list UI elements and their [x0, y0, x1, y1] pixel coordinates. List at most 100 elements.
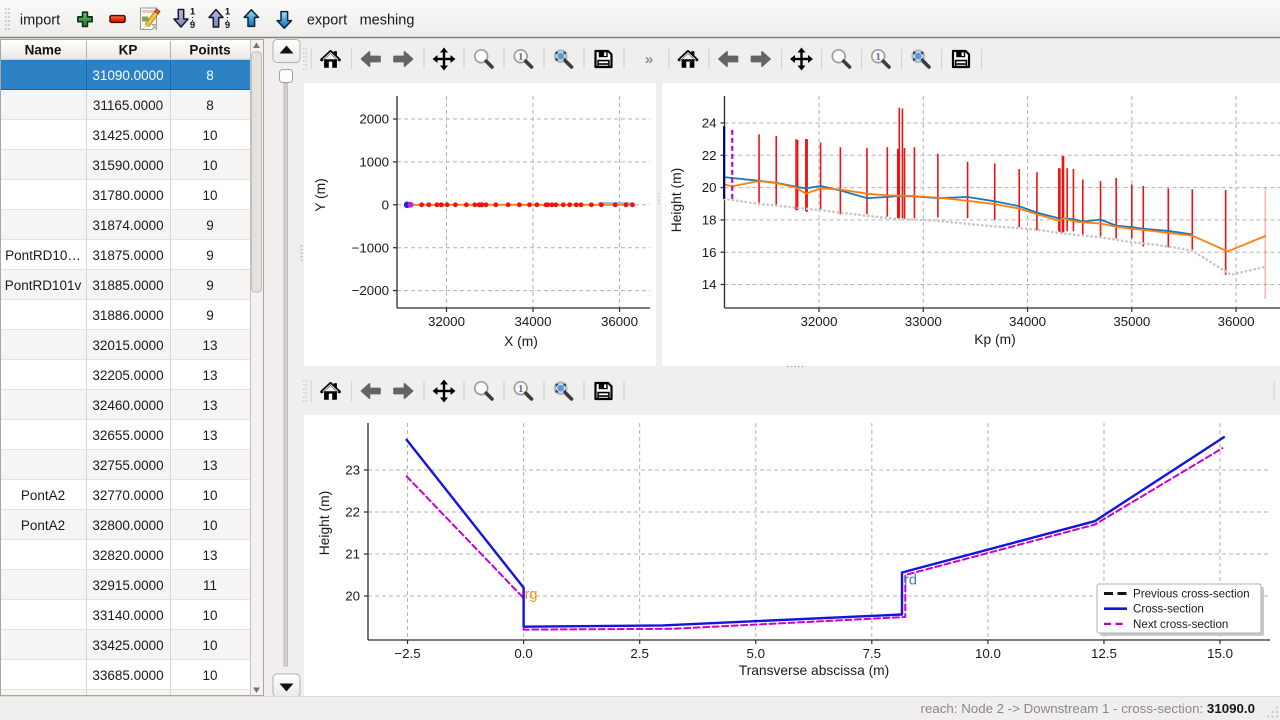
svg-text:13: 13 [202, 548, 217, 563]
svg-text:10: 10 [202, 488, 217, 503]
svg-text:−2000: −2000 [352, 283, 389, 298]
svg-text:22: 22 [345, 505, 360, 520]
svg-text:18: 18 [702, 213, 717, 228]
svg-text:Cross-section: Cross-section [1133, 603, 1204, 616]
svg-text:PontRD10…: PontRD10… [5, 248, 81, 263]
svg-text:13: 13 [202, 338, 217, 353]
svg-text:Height (m): Height (m) [317, 491, 332, 555]
svg-text:−2.5: −2.5 [394, 646, 420, 661]
svg-text:12.5: 12.5 [1091, 646, 1117, 661]
svg-text:32800.0000: 32800.0000 [92, 518, 163, 533]
svg-text:15.0: 15.0 [1207, 646, 1233, 661]
svg-text:32015.0000: 32015.0000 [92, 338, 163, 353]
svg-text:PontA2: PontA2 [21, 488, 65, 503]
svg-text:14: 14 [702, 277, 717, 292]
svg-text:32770.0000: 32770.0000 [92, 488, 163, 503]
svg-text:9: 9 [225, 20, 230, 31]
svg-text:1: 1 [518, 51, 524, 63]
svg-text:Kp (m): Kp (m) [974, 332, 1015, 347]
svg-text:2.5: 2.5 [630, 646, 649, 661]
svg-text:0: 0 [382, 197, 389, 212]
svg-text:34000: 34000 [1009, 314, 1046, 329]
svg-text:1: 1 [518, 383, 524, 395]
svg-text:8: 8 [206, 68, 214, 83]
svg-text:1: 1 [875, 51, 881, 63]
svg-text:11: 11 [203, 578, 217, 593]
svg-text:13: 13 [202, 428, 217, 443]
svg-text:KP: KP [119, 43, 138, 58]
svg-text:1: 1 [225, 7, 231, 18]
svg-text:35000: 35000 [1113, 314, 1150, 329]
svg-text:10.0: 10.0 [975, 646, 1001, 661]
svg-text:10: 10 [202, 188, 217, 203]
svg-text:10: 10 [202, 518, 217, 533]
svg-text:32915.0000: 32915.0000 [92, 578, 163, 593]
svg-text:13: 13 [202, 458, 217, 473]
svg-text:20: 20 [702, 180, 717, 195]
svg-text:32655.0000: 32655.0000 [92, 428, 163, 443]
svg-text:32820.0000: 32820.0000 [92, 548, 163, 563]
svg-text:Y (m): Y (m) [313, 178, 328, 211]
svg-text:PontRD101v: PontRD101v [5, 278, 82, 293]
svg-text:X (m): X (m) [504, 334, 538, 349]
svg-text:32000: 32000 [428, 314, 465, 329]
svg-text:Next cross-section: Next cross-section [1133, 618, 1228, 631]
svg-text:31780.0000: 31780.0000 [92, 188, 163, 203]
svg-text:21: 21 [345, 547, 360, 562]
svg-text:10: 10 [202, 638, 217, 653]
svg-text:−1000: −1000 [352, 240, 389, 255]
svg-text:Name: Name [25, 43, 62, 58]
svg-text:rg: rg [525, 587, 538, 603]
svg-text:31090.0000: 31090.0000 [92, 68, 163, 83]
svg-text:2000: 2000 [359, 112, 389, 127]
svg-text:»: » [645, 51, 653, 68]
svg-text:31590.0000: 31590.0000 [92, 158, 163, 173]
svg-text:10: 10 [202, 608, 217, 623]
svg-text:export: export [307, 13, 347, 29]
svg-text:34000: 34000 [515, 314, 552, 329]
svg-text:Points: Points [189, 43, 230, 58]
svg-text:33140.0000: 33140.0000 [92, 608, 163, 623]
svg-text:32000: 32000 [801, 314, 838, 329]
svg-text:31425.0000: 31425.0000 [92, 128, 163, 143]
svg-text:32205.0000: 32205.0000 [92, 368, 163, 383]
svg-text:24: 24 [702, 116, 717, 131]
svg-text:1: 1 [190, 7, 196, 18]
svg-text:Transverse abscissa (m): Transverse abscissa (m) [739, 663, 890, 678]
svg-text:reach: Node 2 -> Downstream 1: reach: Node 2 -> Downstream 1 - cross-se… [921, 701, 1255, 716]
svg-text:PontA2: PontA2 [21, 518, 65, 533]
svg-text:16: 16 [702, 245, 717, 260]
svg-text:13: 13 [202, 368, 217, 383]
svg-text:Height (m): Height (m) [669, 168, 684, 232]
svg-text:33425.0000: 33425.0000 [92, 638, 163, 653]
svg-text:9: 9 [206, 248, 214, 263]
svg-text:9: 9 [206, 308, 214, 323]
svg-text:31165.0000: 31165.0000 [93, 98, 163, 113]
svg-text:import: import [20, 13, 60, 29]
svg-text:20: 20 [345, 589, 360, 604]
svg-text:7.5: 7.5 [863, 646, 882, 661]
svg-text:13: 13 [202, 398, 217, 413]
svg-text:32755.0000: 32755.0000 [92, 458, 163, 473]
svg-text:23: 23 [345, 463, 360, 478]
svg-text:31886.0000: 31886.0000 [92, 308, 163, 323]
svg-text:31874.0000: 31874.0000 [92, 218, 163, 233]
svg-text:Previous cross-section: Previous cross-section [1133, 588, 1250, 601]
svg-text:31885.0000: 31885.0000 [92, 278, 163, 293]
svg-text:9: 9 [190, 20, 195, 31]
svg-text:10: 10 [202, 158, 217, 173]
svg-text:31875.0000: 31875.0000 [92, 248, 163, 263]
svg-text:rd: rd [904, 572, 917, 588]
svg-text:10: 10 [202, 668, 217, 683]
svg-text:22: 22 [702, 148, 717, 163]
svg-text:36000: 36000 [1218, 314, 1255, 329]
svg-text:36000: 36000 [601, 314, 638, 329]
svg-text:33000: 33000 [905, 314, 942, 329]
svg-text:meshing: meshing [360, 13, 415, 29]
svg-text:9: 9 [206, 218, 214, 233]
svg-text:10: 10 [202, 128, 217, 143]
svg-text:8: 8 [206, 98, 214, 113]
svg-text:0.0: 0.0 [514, 646, 533, 661]
svg-text:5.0: 5.0 [747, 646, 766, 661]
svg-text:33685.0000: 33685.0000 [92, 668, 163, 683]
